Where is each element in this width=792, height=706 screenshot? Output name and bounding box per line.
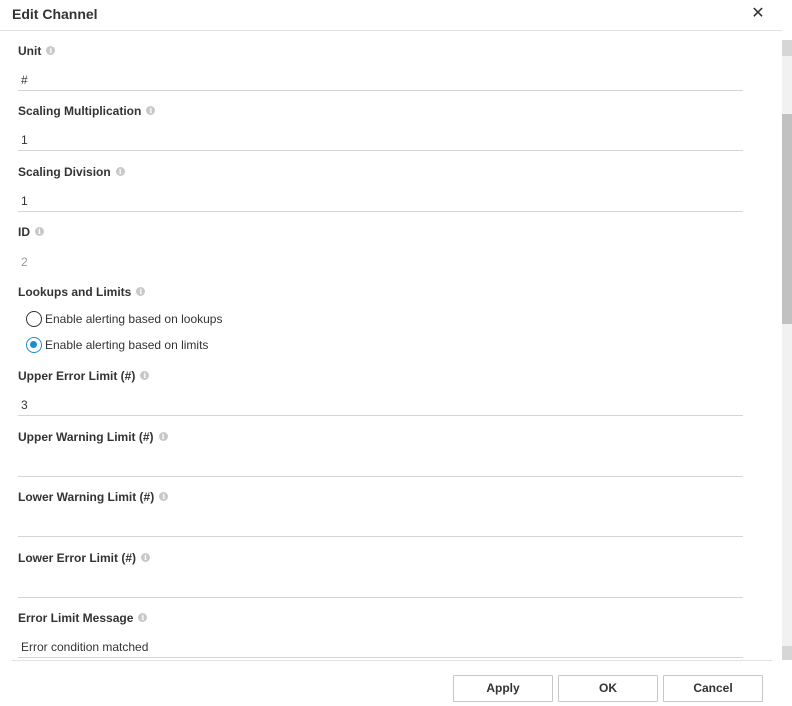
- lower-error-limit-input[interactable]: [18, 571, 743, 598]
- upper-error-limit-label: Upper Error Limit (#) i: [18, 369, 150, 383]
- scrollbar-thumb[interactable]: [782, 114, 792, 324]
- dialog-title: Edit Channel: [12, 6, 98, 22]
- id-label: ID i: [18, 225, 44, 239]
- error-limit-message-label: Error Limit Message i: [18, 611, 148, 625]
- apply-button[interactable]: Apply: [453, 675, 553, 702]
- info-icon[interactable]: i: [158, 432, 168, 441]
- error-limit-message-input[interactable]: [18, 631, 743, 658]
- lower-warning-limit-input[interactable]: [18, 510, 743, 537]
- close-icon[interactable]: ✕: [749, 4, 767, 24]
- id-input: [18, 245, 743, 272]
- scaling-division-input[interactable]: [18, 185, 743, 212]
- lower-error-limit-label: Lower Error Limit (#) i: [18, 551, 151, 565]
- dialog-body[interactable]: Uniti Scaling Multiplicationi Scaling Di…: [0, 32, 780, 660]
- info-icon[interactable]: i: [138, 613, 148, 622]
- radio-button-checked[interactable]: [26, 337, 42, 353]
- lower-warning-limit-label: Lower Warning Limit (#) i: [18, 490, 169, 504]
- upper-error-limit-input[interactable]: [18, 389, 743, 416]
- info-icon[interactable]: i: [46, 46, 56, 55]
- radio-limits[interactable]: Enable alerting based on limits: [26, 336, 208, 354]
- radio-limits-label: Enable alerting based on limits: [45, 338, 209, 352]
- info-icon[interactable]: i: [159, 492, 169, 501]
- cancel-button[interactable]: Cancel: [663, 675, 763, 702]
- ok-button[interactable]: OK: [558, 675, 658, 702]
- unit-label: Unit i: [18, 44, 56, 58]
- dialog-header: Edit Channel ✕: [0, 0, 782, 31]
- info-icon[interactable]: i: [146, 106, 156, 115]
- upper-warning-limit-input[interactable]: [18, 450, 743, 477]
- radio-lookups-label: Enable alerting based on lookups: [45, 312, 223, 326]
- lookups-and-limits-field: Lookups and Limits i Enable alerting base…: [18, 285, 743, 355]
- info-icon[interactable]: i: [140, 371, 150, 380]
- scroll-up-arrow[interactable]: [782, 40, 792, 56]
- info-icon[interactable]: i: [115, 167, 125, 176]
- lookups-and-limits-label: Lookups and Limits i: [18, 285, 146, 299]
- info-icon[interactable]: i: [136, 287, 146, 296]
- scaling-division-label: Scaling Division i: [18, 165, 125, 179]
- info-icon[interactable]: i: [141, 553, 151, 562]
- radio-button-unchecked[interactable]: [26, 311, 42, 327]
- scaling-multiplication-input[interactable]: [18, 124, 743, 151]
- unit-input[interactable]: [18, 64, 743, 91]
- footer-divider: [12, 660, 772, 661]
- scroll-down-arrow[interactable]: [782, 646, 792, 660]
- upper-warning-limit-label: Upper Warning Limit (#) i: [18, 430, 168, 444]
- radio-lookups[interactable]: Enable alerting based on lookups: [26, 310, 222, 328]
- scaling-multiplication-label: Scaling Multiplication i: [18, 104, 156, 118]
- info-icon[interactable]: i: [35, 227, 44, 236]
- vertical-scrollbar[interactable]: [782, 40, 792, 660]
